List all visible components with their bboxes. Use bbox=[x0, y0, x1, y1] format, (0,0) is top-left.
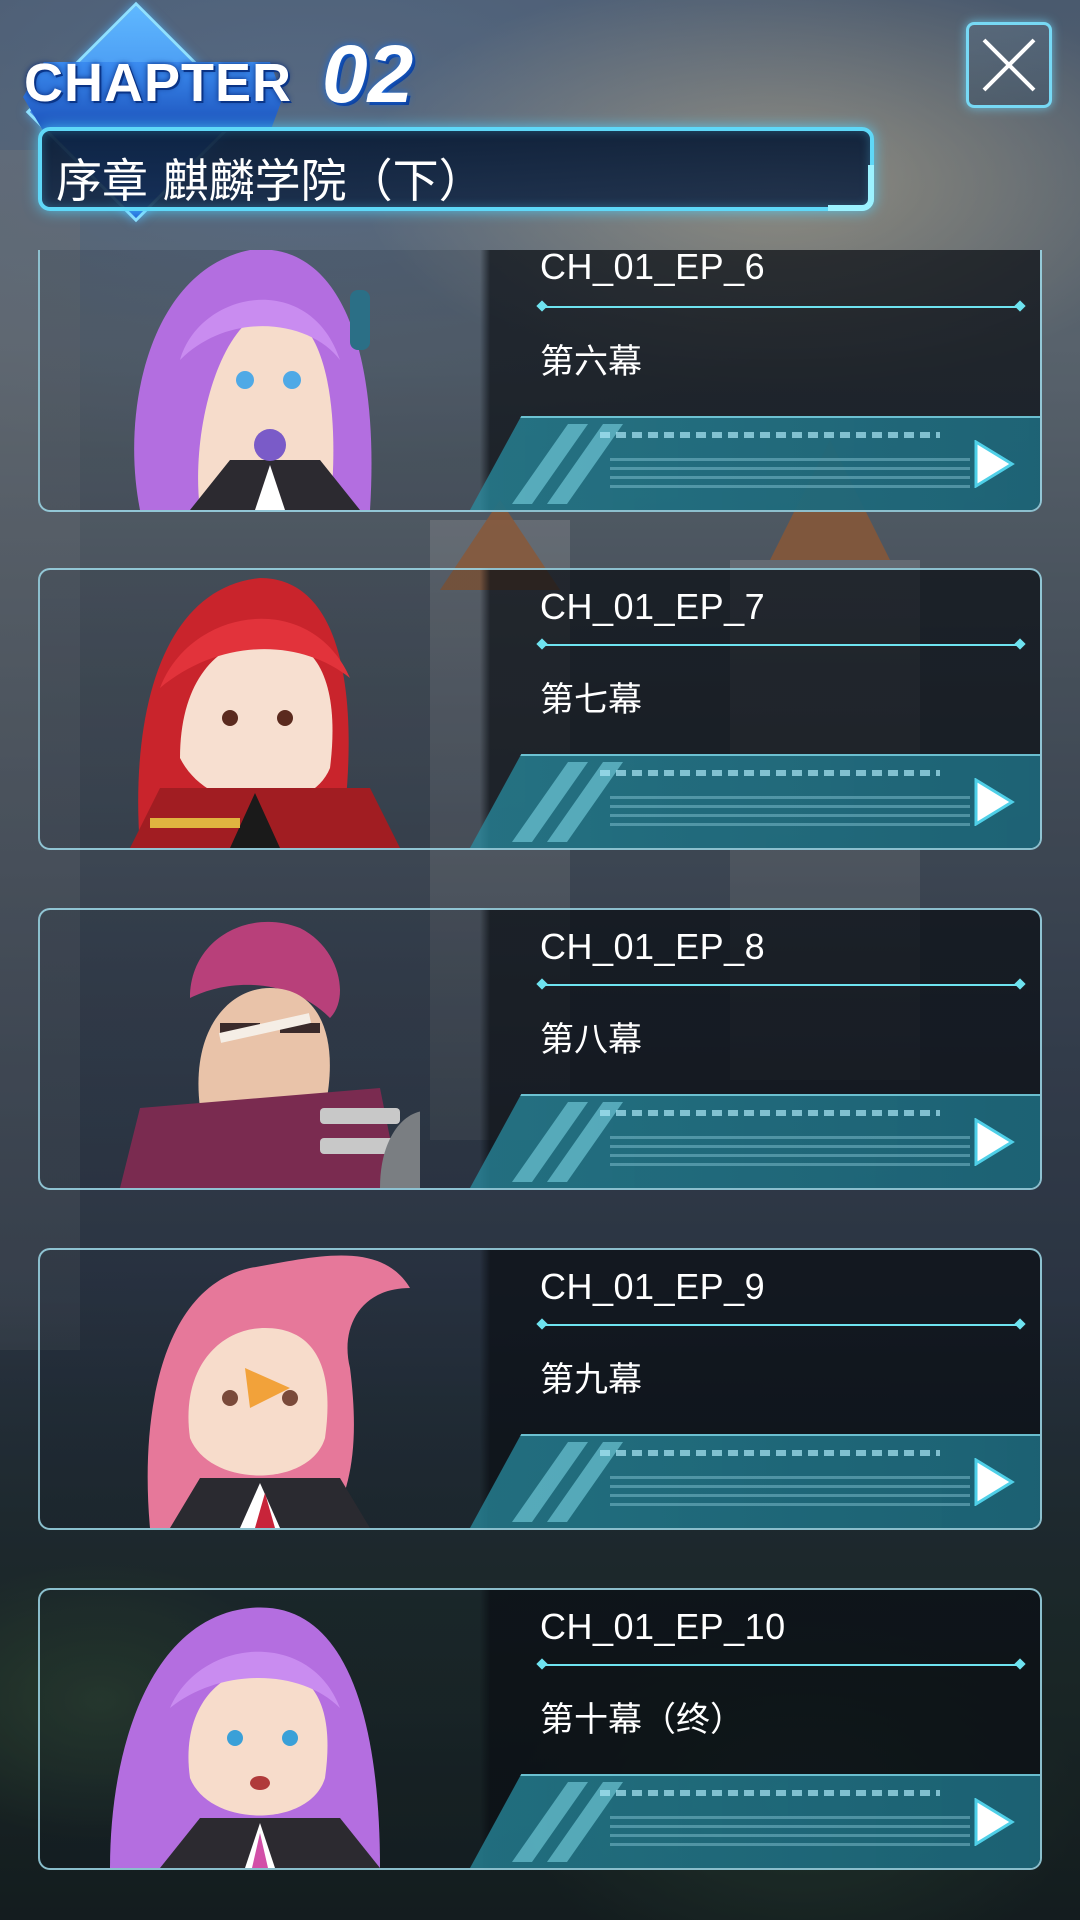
divider bbox=[542, 1324, 1020, 1326]
play-icon[interactable] bbox=[972, 1118, 1016, 1166]
episode-list: CH_01_EP_6 第六幕 CH_01_EP_7 第七幕 CH_01_EP_8… bbox=[0, 0, 1080, 1920]
character-portrait bbox=[110, 1607, 380, 1868]
episode-action-bar bbox=[470, 1774, 1040, 1868]
character-portrait bbox=[120, 921, 420, 1188]
divider bbox=[542, 1664, 1020, 1666]
episode-title: 第七幕 bbox=[540, 680, 642, 720]
divider bbox=[542, 984, 1020, 986]
episode-code: CH_01_EP_9 bbox=[540, 1266, 766, 1307]
episode-title: 第八幕 bbox=[540, 1020, 642, 1060]
episode-title: 第十幕（终） bbox=[540, 1700, 744, 1740]
episode-action-bar bbox=[470, 1094, 1040, 1188]
episode-title: 第九幕 bbox=[540, 1360, 642, 1400]
episode-card[interactable]: CH_01_EP_9 第九幕 bbox=[38, 1248, 1042, 1530]
character-portrait bbox=[134, 250, 372, 510]
episode-action-bar bbox=[470, 416, 1040, 510]
episode-code: CH_01_EP_7 bbox=[540, 586, 766, 627]
episode-code: CH_01_EP_8 bbox=[540, 926, 766, 967]
episode-action-bar bbox=[470, 1434, 1040, 1528]
play-icon[interactable] bbox=[972, 778, 1016, 826]
episode-code: CH_01_EP_6 bbox=[540, 250, 766, 287]
episode-code: CH_01_EP_10 bbox=[540, 1606, 786, 1647]
episode-action-bar bbox=[470, 754, 1040, 848]
episode-card[interactable]: CH_01_EP_8 第八幕 bbox=[38, 908, 1042, 1190]
character-portrait bbox=[130, 578, 400, 848]
divider bbox=[542, 306, 1020, 308]
play-icon[interactable] bbox=[972, 440, 1016, 488]
play-icon[interactable] bbox=[972, 1798, 1016, 1846]
episode-card[interactable]: CH_01_EP_10 第十幕（终） bbox=[38, 1588, 1042, 1870]
play-icon[interactable] bbox=[972, 1458, 1016, 1506]
character-portrait bbox=[147, 1255, 410, 1528]
episode-card[interactable]: CH_01_EP_6 第六幕 bbox=[38, 250, 1042, 512]
episode-card[interactable]: CH_01_EP_7 第七幕 bbox=[38, 568, 1042, 850]
divider bbox=[542, 644, 1020, 646]
episode-title: 第六幕 bbox=[540, 342, 642, 382]
